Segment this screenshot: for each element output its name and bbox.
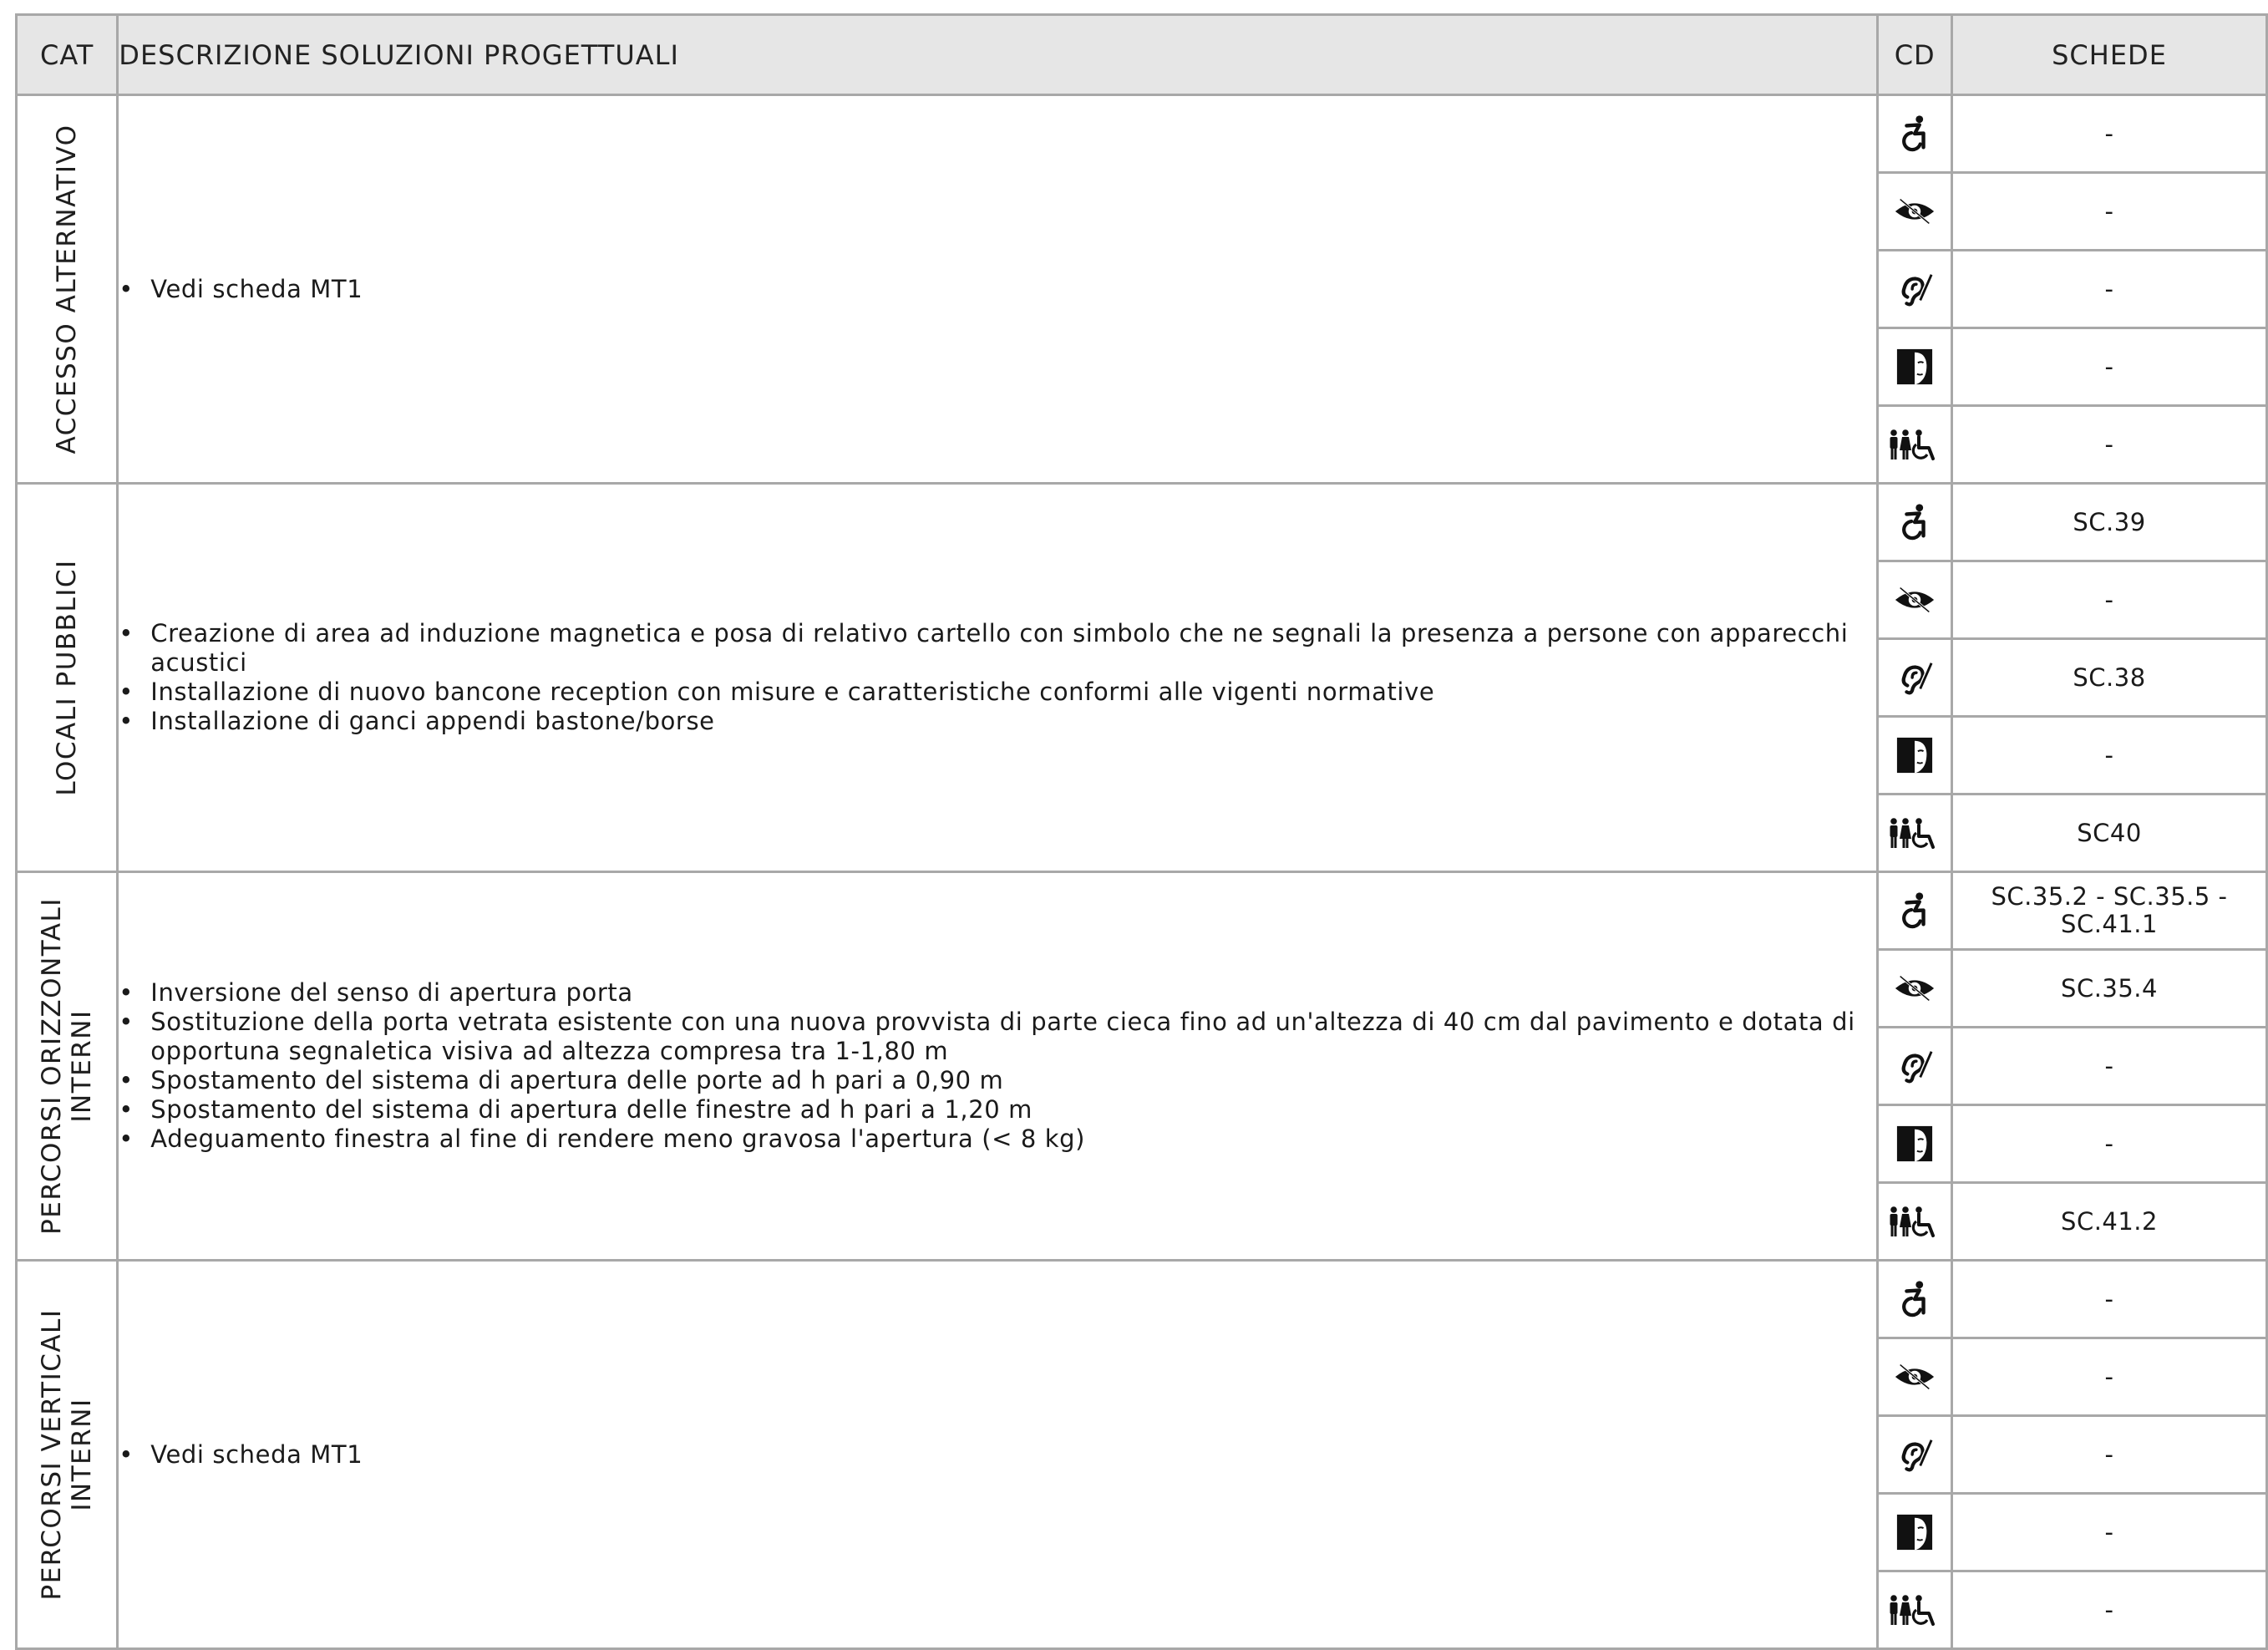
cd-icon-cell	[1876, 560, 1954, 640]
category-cell: LOCALI PUBBLICI	[14, 482, 119, 873]
scheda-reference: -	[1951, 1259, 2268, 1339]
category-cell: PERCORSI ORIZZONTALI INTERNI	[14, 871, 119, 1262]
scheda-reference: -	[1951, 715, 2268, 795]
solutions-list: Vedi scheda MT1	[119, 1440, 1876, 1470]
hearing-impairment-ear-icon	[1879, 1047, 1951, 1085]
solutions-list: Creazione di area ad induzione magnetica…	[119, 619, 1876, 736]
scheda-reference: -	[1951, 1570, 2268, 1650]
category-label: PERCORSI ORIZZONTALI INTERNI	[37, 897, 98, 1235]
category-label: ACCESSO ALTERNATIVO	[52, 124, 83, 454]
description-cell: Inversione del senso di apertura portaSo…	[116, 871, 1880, 1262]
solution-item: Adeguamento finestra al fine di rendere …	[119, 1125, 1876, 1154]
solutions-table: CAT DESCRIZIONE SOLUZIONI PROGETTUALI CD…	[14, 13, 2268, 1650]
cd-icon-cell	[1876, 1492, 1954, 1572]
solutions-list: Inversione del senso di apertura portaSo…	[119, 978, 1876, 1154]
solution-item: Inversione del senso di apertura porta	[119, 978, 1876, 1008]
description-cell: Vedi scheda MT1	[116, 94, 1880, 485]
cd-icon-cell	[1876, 1181, 1954, 1262]
cd-icon-cell	[1876, 1026, 1954, 1106]
accessibility-table-page: CAT DESCRIZIONE SOLUZIONI PROGETTUALI CD…	[0, 0, 2268, 1650]
cd-icon-cell	[1876, 948, 1954, 1028]
cd-icon-cell	[1876, 1414, 1954, 1495]
header-cat: CAT	[14, 13, 119, 96]
scheda-reference: -	[1951, 94, 2268, 174]
cd-icon-cell	[1876, 327, 1954, 407]
solution-item: Creazione di area ad induzione magnetica…	[119, 619, 1876, 678]
header-schede: SCHEDE	[1951, 13, 2268, 96]
header-cd: CD	[1876, 13, 1954, 96]
scheda-reference: SC.35.4	[1951, 948, 2268, 1028]
scheda-reference: -	[1951, 404, 2268, 485]
visual-impairment-eye-icon	[1879, 585, 1951, 615]
solution-item: Spostamento del sistema di apertura dell…	[119, 1066, 1876, 1095]
cd-icon-cell	[1876, 404, 1954, 485]
scheda-reference: SC.41.2	[1951, 1181, 2268, 1262]
scheda-reference: -	[1951, 1104, 2268, 1184]
cd-icon-cell	[1876, 637, 1954, 718]
scheda-reference: SC.39	[1951, 482, 2268, 562]
table-header-row: CAT DESCRIZIONE SOLUZIONI PROGETTUALI CD…	[14, 13, 2268, 96]
wheelchair-motor-icon	[1879, 1280, 1951, 1318]
family-wheelchair-icon	[1879, 1204, 1951, 1239]
scheda-reference: SC40	[1951, 793, 2268, 873]
solution-item: Sostituzione della porta vetrata esisten…	[119, 1008, 1876, 1066]
cd-icon-cell	[1876, 482, 1954, 562]
solution-item: Installazione di ganci appendi bastone/b…	[119, 707, 1876, 736]
hearing-impairment-ear-icon	[1879, 658, 1951, 697]
solutions-list: Vedi scheda MT1	[119, 275, 1876, 304]
wheelchair-motor-icon	[1879, 114, 1951, 153]
category-cell: PERCORSI VERTICALI INTERNI	[14, 1259, 119, 1650]
cd-icon-cell	[1876, 715, 1954, 795]
visual-impairment-eye-icon	[1879, 1362, 1951, 1392]
family-wheelchair-icon	[1879, 1592, 1951, 1627]
description-cell: Vedi scheda MT1	[116, 1259, 1880, 1650]
solution-item: Spostamento del sistema di apertura dell…	[119, 1095, 1876, 1125]
table-row: PERCORSI VERTICALI INTERNI Vedi scheda MT…	[14, 1259, 2268, 1650]
cognitive-face-icon	[1879, 348, 1951, 386]
hearing-impairment-ear-icon	[1879, 270, 1951, 308]
cd-icon-cell	[1876, 1104, 1954, 1184]
cd-icon-cell	[1876, 1337, 1954, 1417]
solution-item: Vedi scheda MT1	[119, 1440, 1876, 1470]
family-wheelchair-icon	[1879, 815, 1951, 850]
table-row: PERCORSI ORIZZONTALI INTERNI Inversione d…	[14, 871, 2268, 1262]
scheda-reference: SC.35.2 - SC.35.5 - SC.41.1	[1951, 871, 2268, 951]
wheelchair-motor-icon	[1879, 503, 1951, 541]
cd-icon-cell	[1876, 171, 1954, 251]
scheda-reference: -	[1951, 171, 2268, 251]
scheda-reference: -	[1951, 1492, 2268, 1572]
category-label: LOCALI PUBBLICI	[52, 559, 83, 796]
solution-item: Vedi scheda MT1	[119, 275, 1876, 304]
visual-impairment-eye-icon	[1879, 973, 1951, 1003]
hearing-impairment-ear-icon	[1879, 1435, 1951, 1474]
cd-icon-cell	[1876, 1570, 1954, 1650]
category-cell: ACCESSO ALTERNATIVO	[14, 94, 119, 485]
cd-icon-cell	[1876, 249, 1954, 329]
cognitive-face-icon	[1879, 1513, 1951, 1551]
scheda-reference: -	[1951, 1026, 2268, 1106]
scheda-reference: -	[1951, 560, 2268, 640]
table-row: LOCALI PUBBLICI Creazione di area ad indu…	[14, 482, 2268, 873]
description-cell: Creazione di area ad induzione magnetica…	[116, 482, 1880, 873]
cognitive-face-icon	[1879, 736, 1951, 774]
scheda-reference: -	[1951, 327, 2268, 407]
table-body: ACCESSO ALTERNATIVOVedi scheda MT1-----L…	[14, 94, 2268, 1650]
scheda-reference: -	[1951, 1414, 2268, 1495]
scheda-reference: -	[1951, 249, 2268, 329]
table-row: ACCESSO ALTERNATIVO Vedi scheda MT1 -	[14, 94, 2268, 485]
wheelchair-motor-icon	[1879, 891, 1951, 930]
header-description: DESCRIZIONE SOLUZIONI PROGETTUALI	[116, 13, 1880, 96]
cognitive-face-icon	[1879, 1125, 1951, 1163]
family-wheelchair-icon	[1879, 427, 1951, 462]
category-label: PERCORSI VERTICALI INTERNI	[37, 1308, 98, 1601]
cd-icon-cell	[1876, 94, 1954, 174]
scheda-reference: SC.38	[1951, 637, 2268, 718]
cd-icon-cell	[1876, 1259, 1954, 1339]
solution-item: Installazione di nuovo bancone reception…	[119, 678, 1876, 707]
cd-icon-cell	[1876, 793, 1954, 873]
cd-icon-cell	[1876, 871, 1954, 951]
visual-impairment-eye-icon	[1879, 196, 1951, 226]
scheda-reference: -	[1951, 1337, 2268, 1417]
